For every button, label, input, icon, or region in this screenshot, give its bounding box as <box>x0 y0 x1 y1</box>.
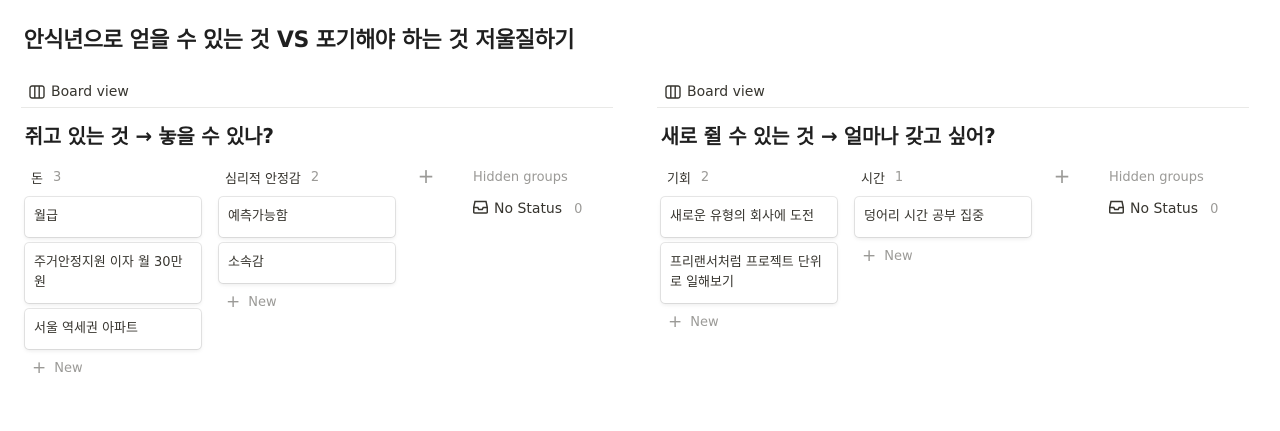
hidden-group-label: No Status <box>494 201 563 217</box>
column-name: 기회 <box>667 171 691 187</box>
column-header[interactable]: 돈 3 <box>25 165 203 189</box>
new-card-button[interactable]: + New <box>219 289 397 315</box>
plus-icon: + <box>32 357 47 378</box>
column-psychological-safety: 심리적 안정감 2 예측가능함 소속감 + New <box>219 165 397 315</box>
new-card-button[interactable]: + New <box>25 355 203 381</box>
inbox-icon <box>1108 200 1125 218</box>
hidden-group-no-status[interactable]: No Status 0 <box>1107 197 1237 221</box>
hidden-group-label: No Status <box>1130 201 1199 217</box>
column-count: 3 <box>52 169 62 185</box>
board-new-opportunities: Board view 새로 쥘 수 있는 것 → 얼마나 갖고 싶어? 기회 2… <box>657 76 1249 385</box>
column-header[interactable]: 기회 2 <box>661 165 839 189</box>
plus-icon: + <box>862 245 877 266</box>
column-header[interactable]: 시간 1 <box>855 165 1033 189</box>
new-card-label: New <box>690 314 719 330</box>
card[interactable]: 예측가능함 <box>219 197 395 237</box>
new-card-label: New <box>884 248 913 264</box>
card[interactable]: 월급 <box>25 197 201 237</box>
hidden-group-no-status[interactable]: No Status 0 <box>471 197 601 221</box>
card[interactable]: 프리랜서처럼 프로젝트 단위로 일해보기 <box>661 243 837 303</box>
hidden-group-count: 0 <box>1210 201 1219 217</box>
column-name: 심리적 안정감 <box>225 171 301 187</box>
page-title: 안식년으로 얻을 수 있는 것 VS 포기해야 하는 것 저울질하기 <box>24 28 575 53</box>
card[interactable]: 새로운 유형의 회사에 도전 <box>661 197 837 237</box>
column-name: 돈 <box>31 171 43 187</box>
column-money: 돈 3 월급 주거안정지원 이자 월 30만 원 서울 역세권 아파트 + Ne… <box>25 165 203 381</box>
column-count: 1 <box>894 169 904 185</box>
hidden-group-count: 0 <box>574 201 583 217</box>
hidden-groups: Hidden groups No Status 0 <box>1107 165 1237 221</box>
column-header[interactable]: 심리적 안정감 2 <box>219 165 397 189</box>
board-money-security: Board view 쥐고 있는 것 → 놓을 수 있나? 돈 3 월급 주거안… <box>21 76 613 385</box>
add-group-button[interactable]: + <box>1051 164 1073 188</box>
inbox-icon <box>472 200 489 218</box>
hidden-groups-label: Hidden groups <box>1109 169 1204 185</box>
column-opportunity: 기회 2 새로운 유형의 회사에 도전 프리랜서처럼 프로젝트 단위로 일해보기… <box>661 165 839 335</box>
plus-icon: + <box>417 164 435 188</box>
board-view-tab[interactable]: Board view <box>657 76 1249 108</box>
plus-icon: + <box>668 311 683 332</box>
card[interactable]: 주거안정지원 이자 월 30만 원 <box>25 243 201 303</box>
board-title: 쥐고 있는 것 → 놓을 수 있나? <box>25 124 274 148</box>
board-view-label: Board view <box>687 83 765 100</box>
add-group-button[interactable]: + <box>415 164 437 188</box>
card[interactable]: 소속감 <box>219 243 395 283</box>
new-card-button[interactable]: + New <box>855 243 1033 269</box>
new-card-label: New <box>248 294 277 310</box>
plus-icon: + <box>1053 164 1071 188</box>
column-time: 시간 1 덩어리 시간 공부 집중 + New <box>855 165 1033 269</box>
column-count: 2 <box>310 169 320 185</box>
column-count: 2 <box>700 169 710 185</box>
board-icon <box>29 84 45 99</box>
card[interactable]: 덩어리 시간 공부 집중 <box>855 197 1031 237</box>
hidden-groups: Hidden groups No Status 0 <box>471 165 601 221</box>
board-title: 새로 쥘 수 있는 것 → 얼마나 갖고 싶어? <box>661 124 996 148</box>
plus-icon: + <box>226 291 241 312</box>
board-icon <box>665 84 681 99</box>
new-card-button[interactable]: + New <box>661 309 839 335</box>
board-view-tab[interactable]: Board view <box>21 76 613 108</box>
card[interactable]: 서울 역세권 아파트 <box>25 309 201 349</box>
hidden-groups-label: Hidden groups <box>473 169 568 185</box>
board-view-label: Board view <box>51 83 129 100</box>
column-name: 시간 <box>861 171 885 187</box>
new-card-label: New <box>54 360 83 376</box>
